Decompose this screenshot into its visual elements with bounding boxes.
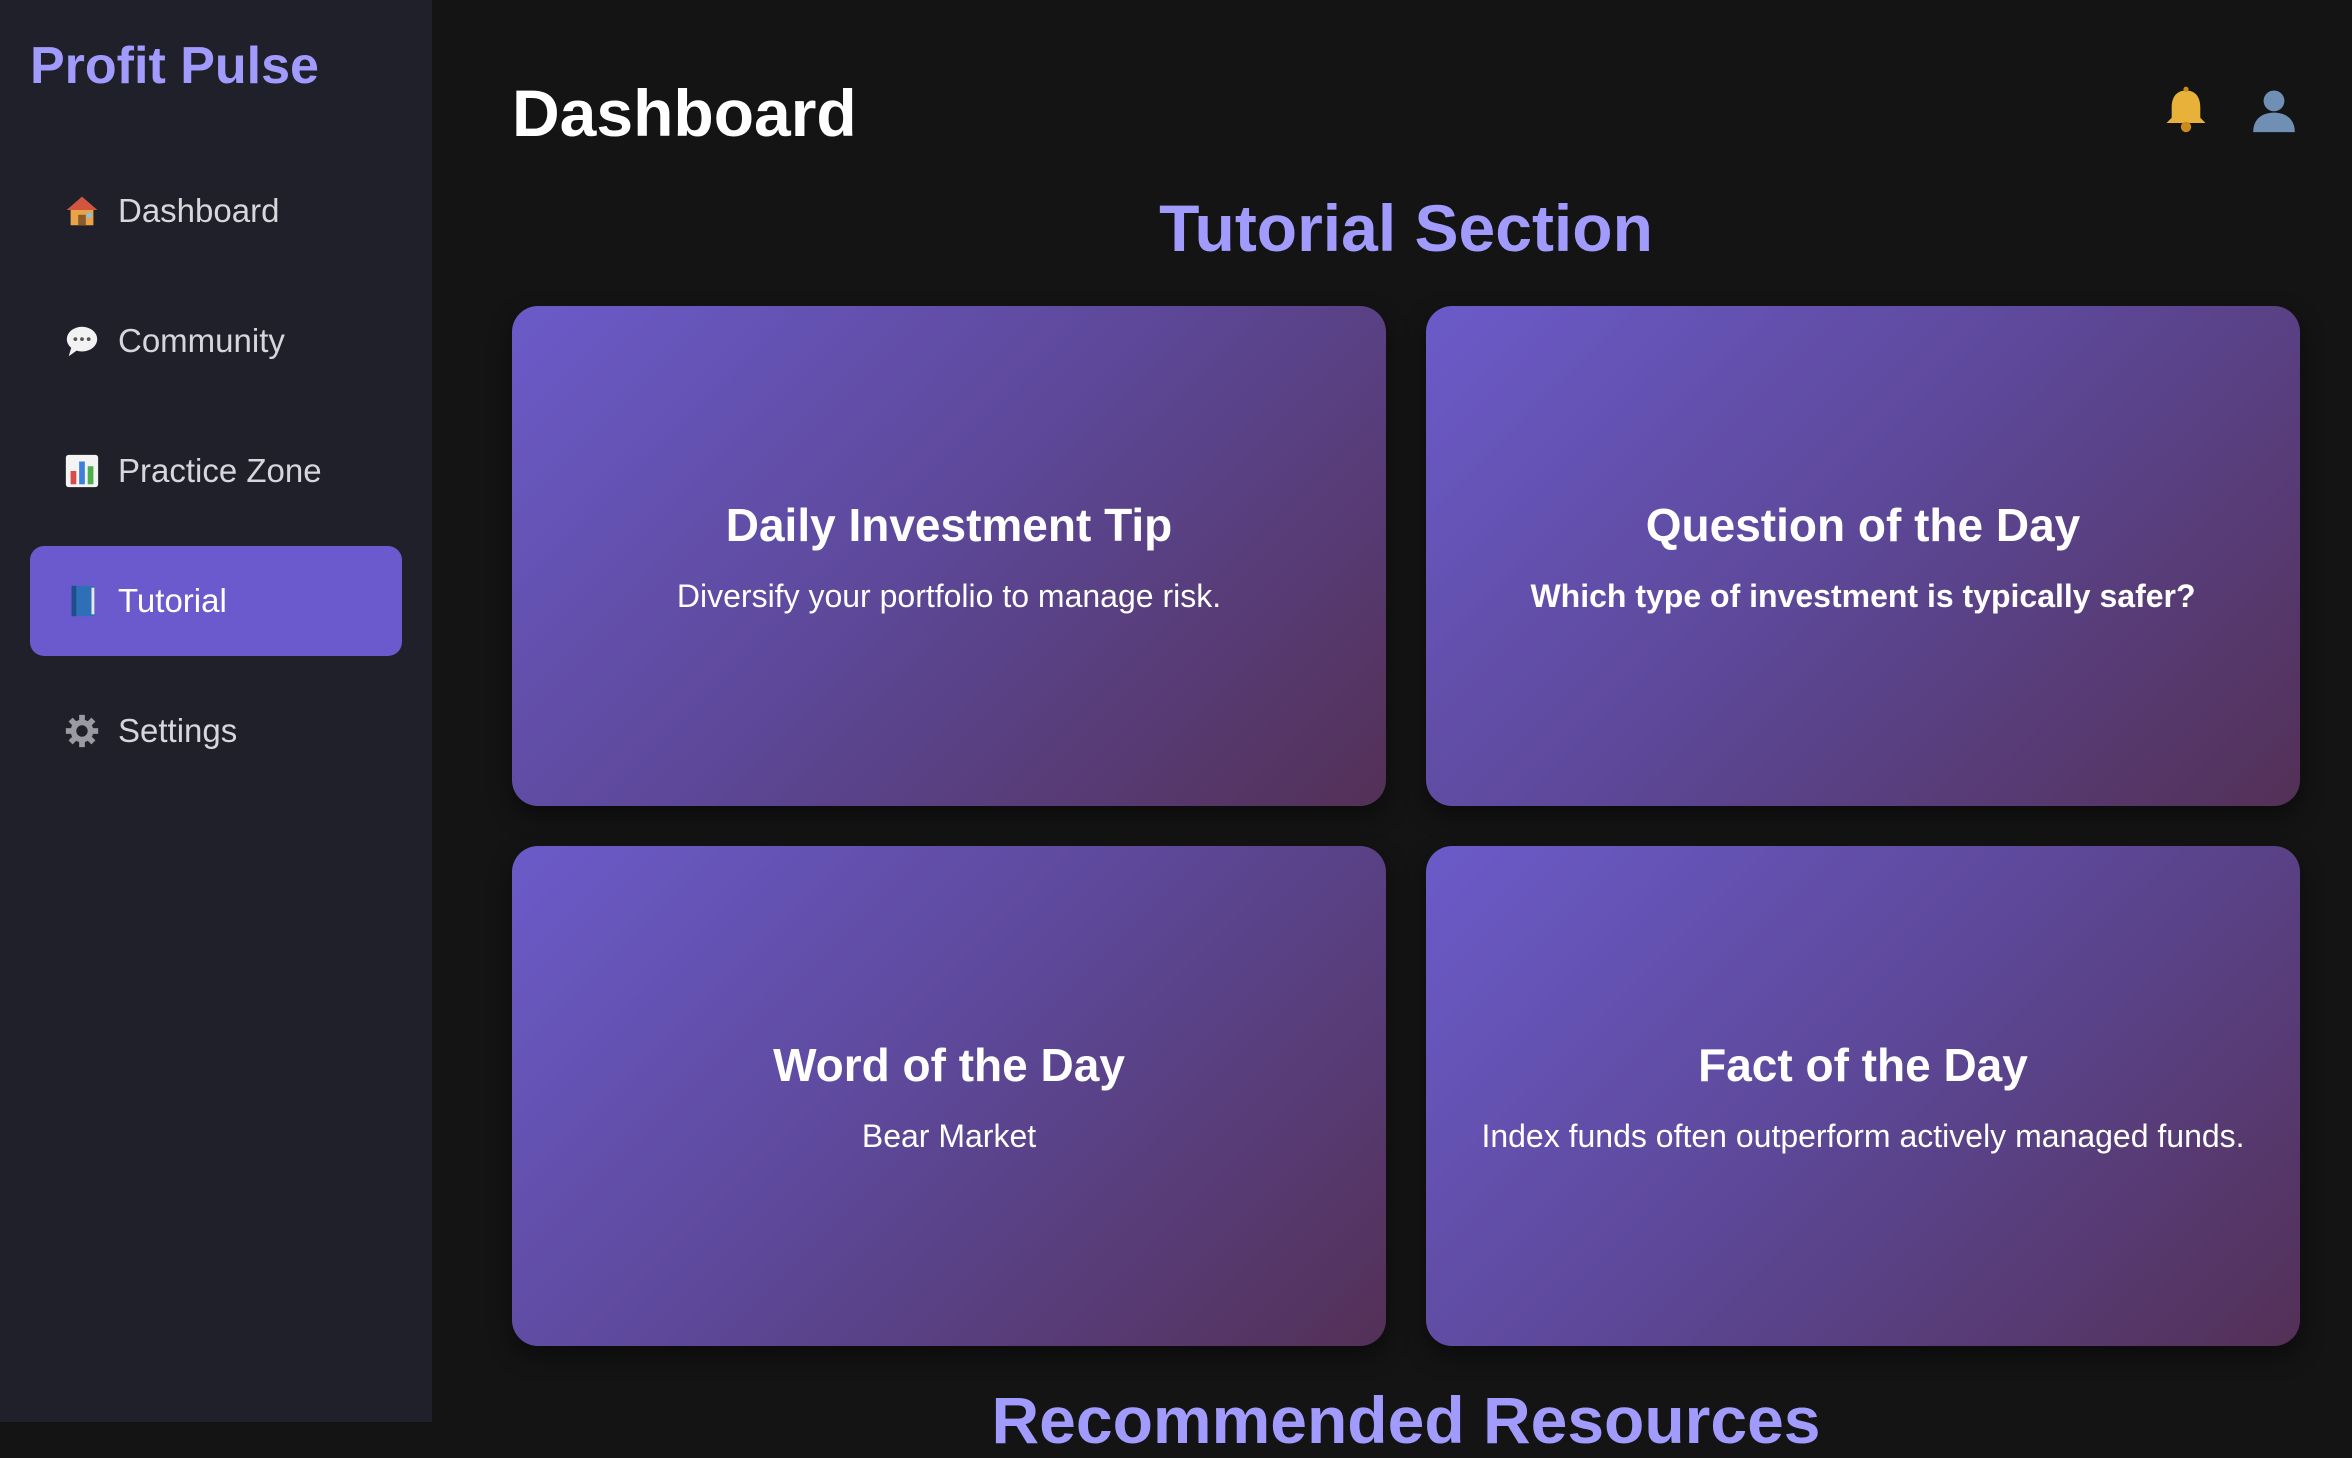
book-icon [60,579,104,623]
sidebar-item-label: Tutorial [118,582,227,619]
bell-icon[interactable] [2160,84,2212,136]
card-daily-investment-tip[interactable]: Daily Investment Tip Diversify your port… [512,306,1386,806]
speech-bubble-icon [60,319,104,363]
card-text: Diversify your portfolio to manage risk. [676,577,1222,614]
card-title: Fact of the Day [1698,1038,2028,1091]
card-title: Word of the Day [773,1038,1125,1091]
card-word-of-the-day[interactable]: Word of the Day Bear Market [512,846,1386,1346]
card-title: Daily Investment Tip [725,498,1173,551]
sidebar-item-settings[interactable]: Settings [30,676,402,786]
house-icon [60,189,104,233]
recommended-resources-title: Recommended Resources [991,1383,1821,1457]
gear-icon [60,709,104,753]
sidebar-item-tutorial[interactable]: Tutorial [30,546,402,656]
card-text: Bear Market [861,1117,1037,1154]
sidebar-item-practice-zone[interactable]: Practice Zone [30,416,402,526]
tutorial-cards-grid: Daily Investment Tip Diversify your port… [512,306,2300,1346]
sidebar-item-label: Dashboard [118,192,280,229]
brand-logo[interactable]: Profit Pulse [30,36,402,96]
user-icon[interactable] [2248,84,2300,136]
sidebar-nav: Dashboard Community Practice Zone Tutori… [30,156,402,786]
card-title: Question of the Day [1645,498,2081,551]
sidebar-item-label: Settings [118,712,238,749]
header-actions [2160,84,2300,136]
sidebar-item-community[interactable]: Community [30,286,402,396]
sidebar: Profit Pulse Dashboard Community Practic… [0,0,432,1422]
card-text: Which type of investment is typically sa… [1530,577,2196,614]
tutorial-section-title: Tutorial Section [1159,191,1653,265]
card-text: Index funds often outperform actively ma… [1481,1117,2245,1154]
card-fact-of-the-day[interactable]: Fact of the Day Index funds often outper… [1426,846,2300,1346]
sidebar-item-dashboard[interactable]: Dashboard [30,156,402,266]
sidebar-item-label: Practice Zone [118,452,322,489]
sidebar-item-label: Community [118,322,285,359]
page-title: Dashboard [512,76,857,150]
card-question-of-the-day[interactable]: Question of the Day Which type of invest… [1426,306,2300,806]
bar-chart-icon [60,449,104,493]
